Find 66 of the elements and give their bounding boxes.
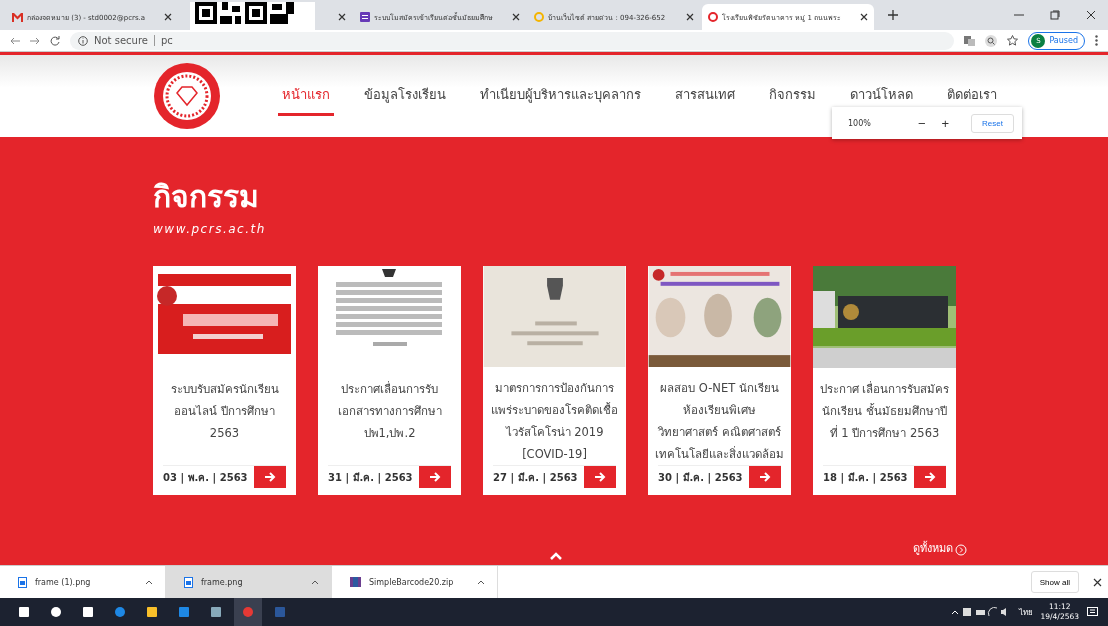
news-date: 31 | มี.ค. | 2563	[328, 470, 413, 485]
restore-icon	[1050, 10, 1060, 20]
star-icon[interactable]	[1007, 35, 1019, 46]
news-title: มาตรการการป้องกันการแพร่ระบาดของโรคติดเชื้อไวรัสโคโรน่า 2019 [COVID-19]	[490, 380, 619, 463]
arrow-right-icon	[429, 471, 441, 483]
info-icon	[78, 35, 88, 46]
read-more-button[interactable]	[914, 466, 946, 488]
read-more-button[interactable]	[584, 466, 616, 488]
caret-icon[interactable]	[311, 579, 319, 585]
news-title: ประกาศ เลื่อนการรับสมัคร นักเรียน ชั้นมัธยมศึกษาปีที่ 1 ปีการศึกษา 2563	[818, 380, 951, 442]
close-icon[interactable]	[686, 13, 694, 21]
notification-icon[interactable]	[1087, 607, 1098, 617]
address-bar[interactable]: Not secure pc	[70, 31, 955, 50]
zoom-icon[interactable]	[985, 34, 998, 47]
reset-button[interactable]: Reset	[971, 113, 1014, 133]
reload-icon[interactable]	[50, 35, 60, 46]
news-date: 18 | มี.ค. | 2563	[823, 470, 908, 485]
arrow-circle-icon[interactable]	[955, 544, 967, 556]
arrow-right-icon	[759, 471, 771, 483]
menu-icon[interactable]	[1095, 35, 1098, 46]
close-icon[interactable]	[164, 13, 172, 21]
close-icon[interactable]	[1093, 577, 1102, 587]
close-icon[interactable]	[338, 13, 346, 21]
arrow-right-icon	[924, 471, 936, 483]
close-icon[interactable]	[860, 13, 868, 21]
news-title: ผลสอบ O-NET นักเรียนห้องเรียนพิเศษวิทยาศาสตร์ คณิตศาสตร์ เทคโนโลยีและสิ่งแวดล้อม	[654, 380, 785, 463]
nav-link[interactable]: ทำเนียบผู้บริหารและบุคลากร	[476, 76, 645, 116]
read-more-button[interactable]	[419, 466, 451, 488]
news-title: ประกาศเลื่อนการรับเอกสารทางการศึกษา ปพ1,ปพ.2	[336, 380, 443, 442]
nav-link[interactable]: สารสนเทศ	[671, 76, 739, 116]
nav-link[interactable]: หน้าแรก	[278, 76, 334, 116]
form-icon	[360, 12, 370, 22]
translate-icon[interactable]	[964, 35, 976, 46]
zoom-level: 100%	[848, 118, 872, 128]
news-date: 30 | มี.ค. | 2563	[658, 470, 743, 485]
language-indicator[interactable]: ไทย	[1018, 605, 1033, 619]
zoom-in-button[interactable]: +	[937, 115, 954, 131]
plus-icon	[888, 10, 898, 20]
section-title: กิจกรรม	[153, 178, 259, 216]
website-address: www.pcrs.ac.th	[153, 222, 266, 236]
image-file-icon	[184, 576, 193, 588]
news-date: 27 | มี.ค. | 2563	[493, 470, 578, 485]
close-icon[interactable]	[512, 13, 520, 21]
zoom-out-button[interactable]: −	[913, 115, 930, 131]
nav-link[interactable]: ข้อมูลโรงเรียน	[360, 76, 450, 116]
caret-icon[interactable]	[145, 579, 153, 585]
arrow-right-icon	[594, 471, 606, 483]
nav-link[interactable]: กิจกรรม	[765, 76, 820, 116]
download-item[interactable]: frame.png	[166, 566, 332, 598]
read-more-button[interactable]	[254, 466, 286, 488]
scroll-up-icon[interactable]	[549, 551, 563, 561]
caret-icon[interactable]	[477, 579, 485, 585]
see-all-link[interactable]: ดูทั้งหมด	[913, 539, 953, 557]
forward-icon[interactable]	[30, 36, 40, 45]
news-title: ระบบรับสมัครนักเรียนออนไลน์ ปีการศึกษา 2563	[169, 381, 280, 442]
arrow-right-icon	[264, 471, 276, 483]
close-icon	[1086, 10, 1096, 20]
school-logo	[152, 61, 222, 131]
image-file-icon	[18, 576, 27, 588]
archive-icon	[350, 577, 361, 587]
circle-icon	[534, 12, 544, 22]
news-date: 03 | พ.ค. | 2563	[163, 470, 248, 485]
back-icon[interactable]	[10, 36, 20, 45]
show-all-button[interactable]: Show all	[1030, 571, 1079, 593]
read-more-button[interactable]	[749, 466, 781, 488]
emblem-icon	[708, 12, 718, 22]
